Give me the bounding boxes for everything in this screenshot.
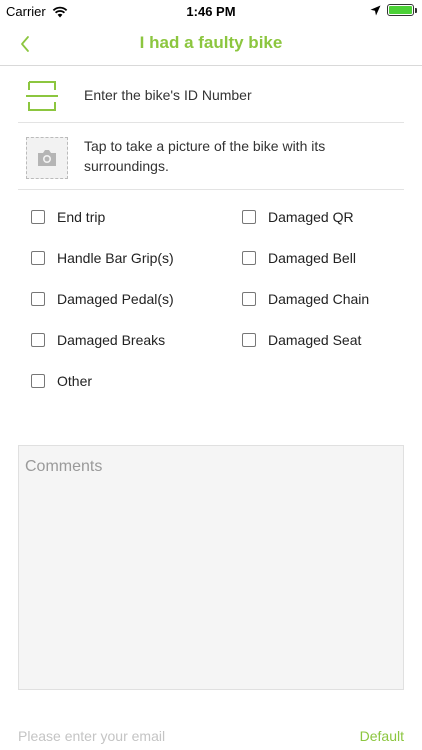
checkbox-label: Damaged Seat (268, 332, 362, 348)
status-bar: Carrier 1:46 PM (0, 0, 422, 22)
email-input[interactable]: Please enter your email (18, 728, 165, 744)
checkbox-label: Damaged Pedal(s) (57, 291, 174, 307)
checkbox-damaged-bell[interactable]: Damaged Bell (242, 247, 356, 269)
photo-label: Tap to take a picture of the bike with i… (84, 138, 326, 174)
checkbox-square[interactable] (31, 210, 45, 224)
checkbox-other[interactable]: Other (31, 370, 92, 392)
checkbox-end-trip[interactable]: End trip (31, 206, 105, 228)
report-screen: Carrier 1:46 PM I had a faulty bike Ente… (0, 0, 422, 750)
battery-level (389, 6, 412, 14)
checkbox-square[interactable] (31, 374, 45, 388)
checkbox-square[interactable] (31, 292, 45, 306)
scan-icon[interactable] (26, 81, 58, 111)
checkbox-square[interactable] (242, 292, 256, 306)
default-email-button[interactable]: Default (360, 728, 404, 744)
checkbox-label: Damaged QR (268, 209, 354, 225)
page-title: I had a faulty bike (139, 33, 283, 52)
checkbox-label: Damaged Chain (268, 291, 370, 307)
checkbox-damaged-qr[interactable]: Damaged QR (242, 206, 354, 228)
checkbox-label: Handle Bar Grip(s) (57, 250, 174, 266)
checkbox-damaged-pedal[interactable]: Damaged Pedal(s) (31, 288, 174, 310)
status-right (370, 4, 417, 16)
checkbox-label: End trip (57, 209, 106, 225)
checkbox-square[interactable] (31, 333, 45, 347)
checkbox-square[interactable] (242, 210, 256, 224)
checkbox-damaged-breaks[interactable]: Damaged Breaks (31, 329, 165, 351)
comments-placeholder: Comments (25, 458, 103, 475)
email-row: Please enter your email Default (18, 726, 404, 748)
take-photo-row[interactable]: Tap to take a picture of the bike with i… (18, 123, 404, 190)
photo-placeholder[interactable] (26, 137, 68, 179)
checkbox-square[interactable] (31, 251, 45, 265)
checkbox-square[interactable] (242, 333, 256, 347)
bike-id-label: Enter the bike's ID Number (84, 87, 252, 103)
checkbox-label: Damaged Breaks (57, 332, 166, 348)
checkbox-label: Damaged Bell (268, 250, 356, 266)
status-time: 1:46 PM (186, 4, 236, 19)
bike-id-input[interactable]: Enter the bike's ID Number (18, 67, 404, 123)
nav-bar: I had a faulty bike (0, 22, 422, 66)
comments-textarea[interactable]: Comments (18, 445, 404, 690)
checkbox-square[interactable] (242, 251, 256, 265)
battery-icon (387, 4, 417, 16)
checkbox-handle-bar-grip[interactable]: Handle Bar Grip(s) (31, 247, 174, 269)
camera-icon (38, 150, 56, 166)
checkbox-label: Other (57, 373, 93, 389)
checkbox-damaged-chain[interactable]: Damaged Chain (242, 288, 369, 310)
checkbox-damaged-seat[interactable]: Damaged Seat (242, 329, 361, 351)
battery-tip (415, 8, 417, 13)
location-arrow-icon (370, 5, 381, 15)
